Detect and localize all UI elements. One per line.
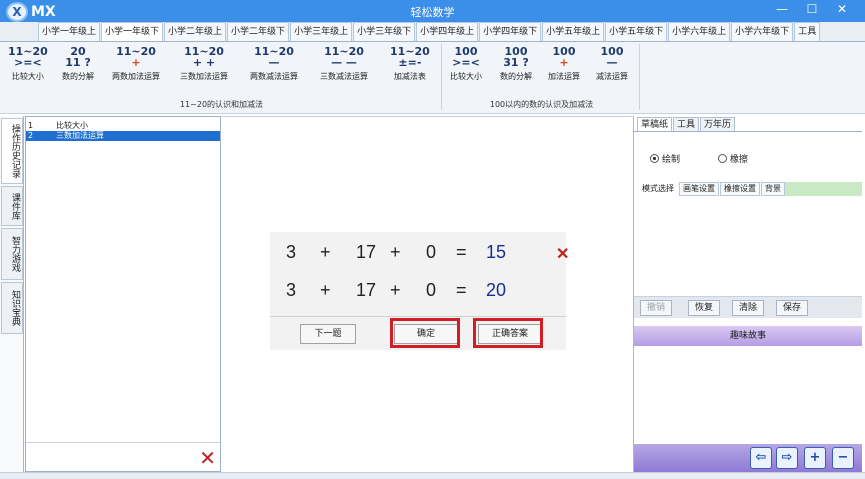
compare-size-100-button[interactable]: 100 >=< 比较大小 — [450, 46, 482, 82]
tab-grade1-second[interactable]: 小学一年级下 — [101, 22, 164, 41]
tab-calendar[interactable]: 万年历 — [700, 117, 736, 131]
minus-icon: 100— — [600, 45, 624, 69]
left-vertical-tabs: 操作历史记录 课件库 智力游戏 知识宝典 — [0, 116, 24, 472]
history-list: 1 比较大小 2 三数加法运算 ✕ — [25, 116, 221, 472]
tab-courseware[interactable]: 课件库 — [1, 186, 23, 226]
main-work-area: 3 + 17 + 0 = 15 ✕ 3 + 17 + 0 = 20 下一题 确定… — [222, 116, 632, 472]
next-question-button[interactable]: 下一题 — [300, 324, 356, 344]
three-number-subtract-button[interactable]: 11~20— — 三数减法运算 — [320, 46, 368, 82]
list-item-selected[interactable]: 2 三数加法运算 — [26, 131, 220, 141]
tab-grade4-second[interactable]: 小学四年级下 — [479, 22, 542, 41]
story-content — [634, 346, 862, 444]
ribbon-group-11-20: 11~20 >=< 比较大小 20 11 ? 数的分解 11~20 + 两数加法运算 … — [2, 44, 442, 110]
tab-grade1-first[interactable]: 小学一年级上 — [38, 22, 101, 41]
maximize-button[interactable]: ☐ — [797, 2, 827, 16]
title-bar: X MX 轻松数学 — ☐ ✕ — [0, 0, 865, 22]
quiz-button-bar: 下一题 确定 正确答案 — [270, 316, 566, 350]
zoom-in-icon[interactable]: + — [804, 447, 826, 469]
double-plus-icon: 11~20 + + — [184, 45, 224, 69]
right-tab-bar: 草稿纸 工具 万年历 — [634, 116, 862, 132]
tab-knowledge[interactable]: 知识宝典 — [1, 282, 23, 334]
add-100-button[interactable]: 100 + 加法运算 — [548, 46, 580, 82]
clear-button[interactable]: 清除 — [732, 300, 764, 316]
tab-puzzle-games[interactable]: 智力游戏 — [1, 228, 23, 280]
tab-grade6-second[interactable]: 小学六年级下 — [731, 22, 794, 41]
tab-history[interactable]: 操作历史记录 — [1, 118, 23, 184]
previous-arrow-icon[interactable]: ⇦ — [750, 447, 772, 469]
right-panel: 草稿纸 工具 万年历 绘制 橡擦 模式选择 画笔设置 橡擦设置 背景 撤销 恢复… — [633, 116, 862, 472]
number-decompose-button[interactable]: 20 11 ? 数的分解 — [62, 46, 94, 82]
decompose-icon: 100 31 ? — [503, 45, 529, 69]
tab-grade3-second[interactable]: 小学三年级下 — [353, 22, 416, 41]
quiz-panel: 3 + 17 + 0 = 15 ✕ 3 + 17 + 0 = 20 下一题 确定… — [270, 232, 570, 350]
tab-tools-right[interactable]: 工具 — [673, 117, 700, 131]
close-button[interactable]: ✕ — [827, 2, 857, 16]
subtract-100-button[interactable]: 100— 减法运算 — [596, 46, 628, 82]
number-decompose-100-button[interactable]: 100 31 ? 数的分解 — [500, 46, 532, 82]
redo-button[interactable]: 恢复 — [688, 300, 720, 316]
ribbon-group-100: 100 >=< 比较大小 100 31 ? 数的分解 100 + 加法运算 100— … — [444, 44, 640, 110]
correct-answer-value: 20 — [486, 280, 507, 300]
add-subtract-table-button[interactable]: 11~20 ±=- 加减法表 — [390, 46, 430, 82]
minimize-button[interactable]: — — [767, 2, 797, 16]
tab-eraser-settings[interactable]: 橡擦设置 — [720, 182, 760, 196]
radio-unselected-icon — [718, 154, 728, 163]
compare-size-button[interactable]: 11~20 >=< 比较大小 — [8, 46, 48, 82]
minus-icon: 11~20— — [254, 45, 294, 69]
tab-pen-settings[interactable]: 画笔设置 — [679, 182, 719, 196]
tab-grade2-second[interactable]: 小学二年级下 — [227, 22, 290, 41]
tab-grade4-first[interactable]: 小学四年级上 — [416, 22, 479, 41]
tab-grade5-second[interactable]: 小学五年级下 — [605, 22, 668, 41]
equation-row-1: 3 + 17 + 0 = 15 ✕ — [286, 242, 570, 263]
erase-radio[interactable]: 橡擦 — [718, 152, 748, 165]
tab-mode-select[interactable]: 模式选择 — [638, 182, 678, 196]
save-button[interactable]: 保存 — [776, 300, 808, 316]
tab-grade3-first[interactable]: 小学三年级上 — [290, 22, 353, 41]
answer-field[interactable]: 15 — [486, 242, 506, 263]
undo-button[interactable]: 撤销 — [640, 300, 672, 316]
compare-icon: 100 >=< — [452, 45, 480, 69]
list-item[interactable]: 1 比较大小 — [26, 121, 220, 131]
equation-row-2: 3 + 17 + 0 = 20 — [286, 280, 507, 300]
two-number-add-button[interactable]: 11~20 + 两数加法运算 — [112, 46, 160, 82]
draw-mode-radios: 绘制 橡擦 — [650, 152, 786, 165]
tab-grade2-first[interactable]: 小学二年级上 — [164, 22, 227, 41]
scratch-button-row: 撤销 恢复 清除 保存 — [634, 296, 862, 318]
tab-grade5-first[interactable]: 小学五年级上 — [542, 22, 605, 41]
grade-tab-bar: 小学一年级上 小学一年级下 小学二年级上 小学二年级下 小学三年级上 小学三年级… — [0, 22, 865, 42]
tab-scratch-paper[interactable]: 草稿纸 — [637, 117, 673, 131]
compare-icon: 11~20 >=< — [8, 45, 48, 69]
ribbon: 11~20 >=< 比较大小 20 11 ? 数的分解 11~20 + 两数加法运算 … — [0, 42, 865, 114]
two-number-subtract-button[interactable]: 11~20— 两数减法运算 — [250, 46, 298, 82]
wrong-mark-icon: ✕ — [556, 246, 570, 263]
tab-background[interactable]: 背景 — [761, 182, 785, 196]
zoom-out-icon[interactable]: − — [832, 447, 854, 469]
decompose-icon: 20 11 ? — [65, 45, 91, 69]
ribbon-group-caption: 11~20的认识和加减法 — [179, 100, 264, 109]
tab-tools[interactable]: 工具 — [794, 22, 821, 41]
ribbon-group-caption: 100以内的数的认识及加减法 — [489, 100, 594, 109]
tab-grade6-first[interactable]: 小学六年级上 — [668, 22, 731, 41]
table-icon: 11~20 ±=- — [390, 45, 430, 69]
plus-icon: 100 + — [552, 45, 576, 69]
plus-icon: 11~20 + — [116, 45, 156, 69]
status-bar — [0, 472, 865, 479]
story-nav-bar: ⇦ ⇨ + − — [634, 444, 862, 472]
divider — [26, 442, 220, 443]
radio-selected-icon — [650, 154, 659, 163]
window-title: 轻松数学 — [410, 6, 455, 19]
draw-radio[interactable]: 绘制 — [650, 152, 680, 165]
clear-history-icon[interactable]: ✕ — [199, 448, 216, 468]
correct-answer-highlight — [473, 318, 543, 348]
next-arrow-icon[interactable]: ⇨ — [776, 447, 798, 469]
story-header: 趣味故事 — [634, 326, 862, 346]
confirm-highlight — [390, 318, 460, 348]
three-number-add-button[interactable]: 11~20 + + 三数加法运算 — [180, 46, 228, 82]
double-minus-icon: 11~20— — — [324, 45, 364, 69]
settings-subtabs: 模式选择 画笔设置 橡擦设置 背景 — [638, 182, 862, 196]
